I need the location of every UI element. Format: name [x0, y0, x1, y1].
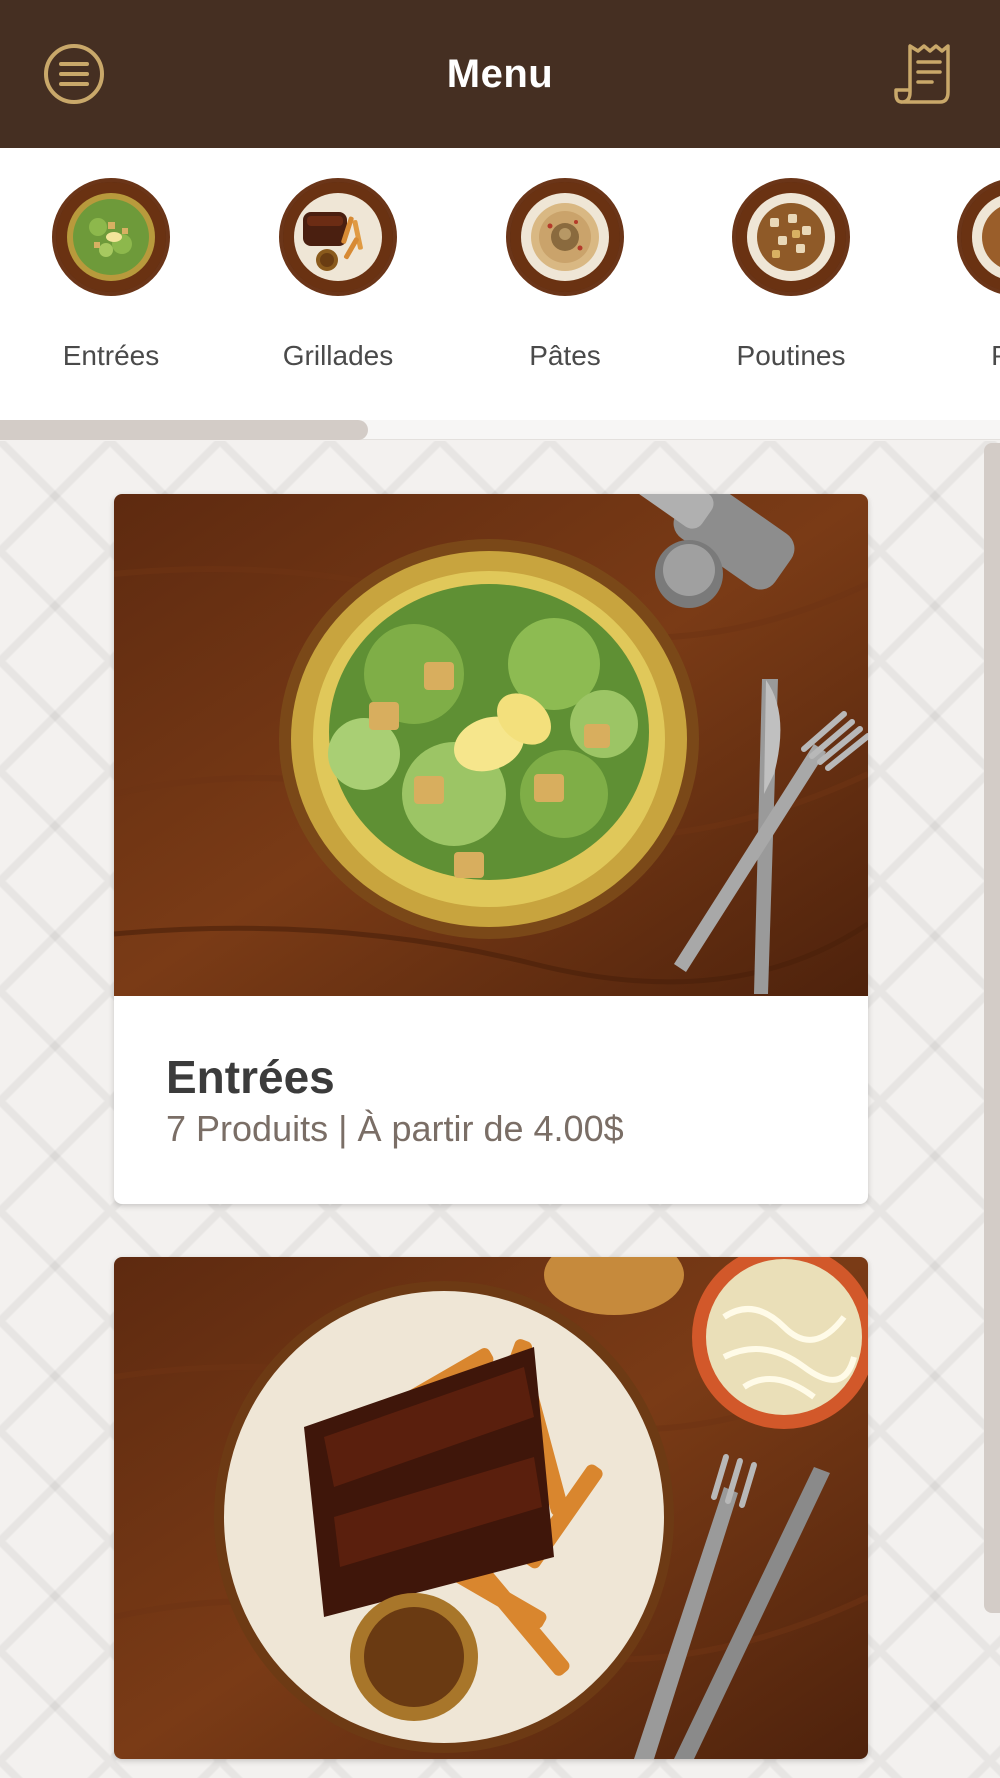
category-thumbnail: [957, 178, 1000, 296]
category-label: Pou: [926, 340, 1000, 372]
category-carousel[interactable]: Entrées Grillades Pâtes Poutines: [0, 148, 1000, 420]
card-title: Entrées: [166, 1051, 335, 1103]
category-card-grillades[interactable]: [114, 1257, 868, 1759]
category-thumbnail: [732, 178, 850, 296]
category-label: Pâtes: [529, 340, 601, 371]
category-grillades[interactable]: Grillades: [248, 178, 428, 372]
category-label: Poutines: [736, 340, 846, 371]
receipt-icon: [894, 44, 950, 104]
category-label: Entrées: [62, 340, 160, 371]
horizontal-scroll-thumb[interactable]: [0, 420, 368, 440]
menu-button[interactable]: [42, 42, 106, 106]
category-list: Entrées 7 Produits | À partir de 4.00$: [0, 441, 1000, 1778]
category-card-entrees[interactable]: Entrées 7 Produits | À partir de 4.00$: [114, 494, 868, 1204]
horizontal-scrollbar[interactable]: [0, 420, 1000, 440]
category-pates[interactable]: Pâtes: [475, 178, 655, 372]
category-entrees[interactable]: Entrées: [21, 178, 201, 372]
category-poutines[interactable]: Poutines: [701, 178, 881, 372]
category-thumbnail: [279, 178, 397, 296]
page-title: Menu: [446, 51, 554, 96]
card-photo: [114, 1257, 868, 1759]
card-subtitle: 7 Produits | À partir de 4.00$: [166, 1108, 624, 1149]
category-thumbnail: [52, 178, 170, 296]
vertical-scroll-thumb[interactable]: [984, 443, 1000, 1613]
hamburger-icon: [44, 44, 104, 104]
order-button[interactable]: [894, 40, 960, 108]
category-label: Grillades: [282, 340, 394, 371]
category-partial[interactable]: Pou: [926, 178, 1000, 372]
card-photo: [114, 494, 868, 996]
app-header: Menu: [0, 0, 1000, 148]
category-thumbnail: [506, 178, 624, 296]
